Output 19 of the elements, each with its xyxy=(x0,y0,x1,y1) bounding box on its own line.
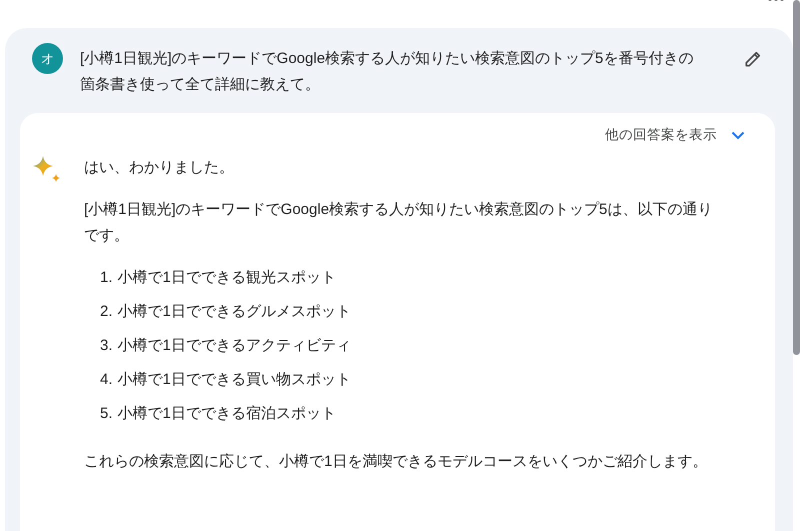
list-item-text: 小樽で1日でできる宿泊スポット xyxy=(118,404,336,424)
scrollbar[interactable] xyxy=(793,0,800,355)
list-number: 5. xyxy=(100,404,113,424)
response-text: これらの検索意図に応じて、小樽で1日を満喫できるモデルコースをいくつかご紹介します。 xyxy=(84,452,708,472)
list-number: 1. xyxy=(100,268,113,288)
list-number: 2. xyxy=(100,302,113,322)
user-avatar: オ xyxy=(32,43,63,74)
list-item-text: 小樽で1日でできる観光スポット xyxy=(118,268,336,288)
list-item-text: 小樽で1日でできるアクティビティ xyxy=(118,336,351,356)
list-number: 3. xyxy=(100,336,113,356)
list-number: 4. xyxy=(100,370,113,390)
chevron-down-icon[interactable] xyxy=(731,130,745,140)
list-item-text: 小樽で1日でできる買い物スポット xyxy=(118,370,351,390)
response-text: はい、わかりました。 xyxy=(84,158,235,178)
prompt-text: [小樽1日観光]のキーワードでGoogle検索する人が知りたい検索意図のトップ5を番号付きの箇条書き使って全て詳細に教えて。 xyxy=(80,49,694,95)
edit-icon[interactable] xyxy=(743,49,763,69)
list-item-text: 小樽で1日でできるグルメスポット xyxy=(118,302,351,322)
response-text: [小樽1日観光]のキーワードでGoogle検索する人が知りたい検索意図のトップ5は、以下の通りです。 xyxy=(84,200,714,246)
show-drafts-link[interactable]: 他の回答案を表示 xyxy=(605,125,717,146)
